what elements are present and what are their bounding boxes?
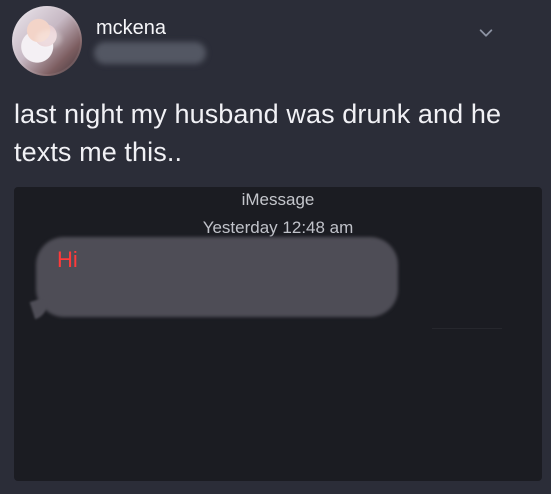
username[interactable]: mckena: [96, 16, 166, 40]
tweet-header: mckena: [0, 0, 551, 90]
tweet-text: last night my husband was drunk and he t…: [14, 99, 502, 167]
message-text: Hi: [57, 247, 78, 272]
message-app-label: iMessage: [241, 190, 315, 209]
faint-divider: [432, 328, 502, 329]
message-header: iMessage Yesterday 12:48 am: [14, 187, 542, 239]
blurred-handle: [94, 42, 206, 64]
message-timestamp: Yesterday 12:48 am: [202, 218, 354, 237]
message-bubble: [36, 237, 398, 317]
chevron-down-icon[interactable]: [477, 24, 495, 42]
message-screenshot: iMessage Yesterday 12:48 am Hi: [14, 187, 542, 481]
tweet-card: mckena last night my husband was drunk a…: [0, 0, 551, 494]
avatar[interactable]: [12, 6, 82, 76]
